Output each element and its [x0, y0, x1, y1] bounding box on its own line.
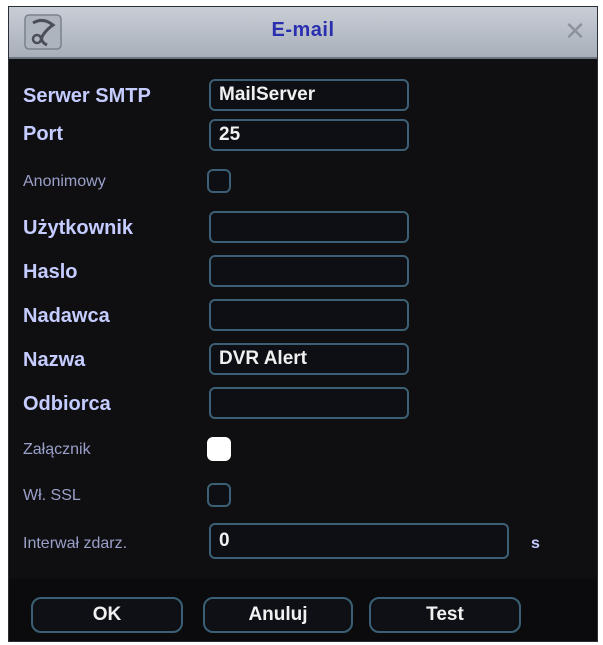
label-anonymous: Anonimowy [23, 173, 106, 190]
anonymous-checkbox[interactable] [207, 169, 231, 193]
sender-input[interactable] [209, 299, 409, 331]
form-area: Serwer SMTP Port Anonimowy Użytkownik Ha… [9, 59, 597, 579]
password-input[interactable] [209, 255, 409, 287]
ssl-checkbox[interactable] [207, 483, 231, 507]
interval-unit: s [531, 535, 540, 552]
label-ssl: Wł. SSL [23, 487, 81, 504]
label-recipient: Odbiorca [23, 393, 111, 415]
label-attachment: Załącznik [23, 441, 91, 458]
label-sender: Nadawca [23, 305, 110, 327]
ok-button[interactable]: OK [31, 597, 183, 633]
test-button[interactable]: Test [369, 597, 521, 633]
cancel-button[interactable]: Anuluj [203, 597, 353, 633]
username-input[interactable] [209, 211, 409, 243]
title-bar: E-mail ✕ [9, 7, 597, 59]
recipient-input[interactable] [209, 387, 409, 419]
email-dialog: E-mail ✕ Serwer SMTP Port Anonimowy Użyt… [8, 6, 598, 642]
button-bar: OK Anuluj Test [9, 579, 597, 641]
label-port: Port [23, 123, 63, 145]
smtp-server-input[interactable] [209, 79, 409, 111]
label-name: Nazwa [23, 349, 86, 371]
event-interval-input[interactable] [209, 523, 509, 559]
close-icon[interactable]: ✕ [561, 17, 589, 45]
label-event-interval: Interwał zdarz. [23, 535, 128, 552]
name-input[interactable] [209, 343, 409, 375]
port-input[interactable] [209, 119, 409, 151]
label-smtp-server: Serwer SMTP [23, 85, 151, 107]
label-username: Użytkownik [23, 217, 134, 239]
window-title: E-mail [271, 19, 335, 41]
attachment-checkbox[interactable] [207, 437, 231, 461]
label-password: Haslo [23, 261, 78, 283]
